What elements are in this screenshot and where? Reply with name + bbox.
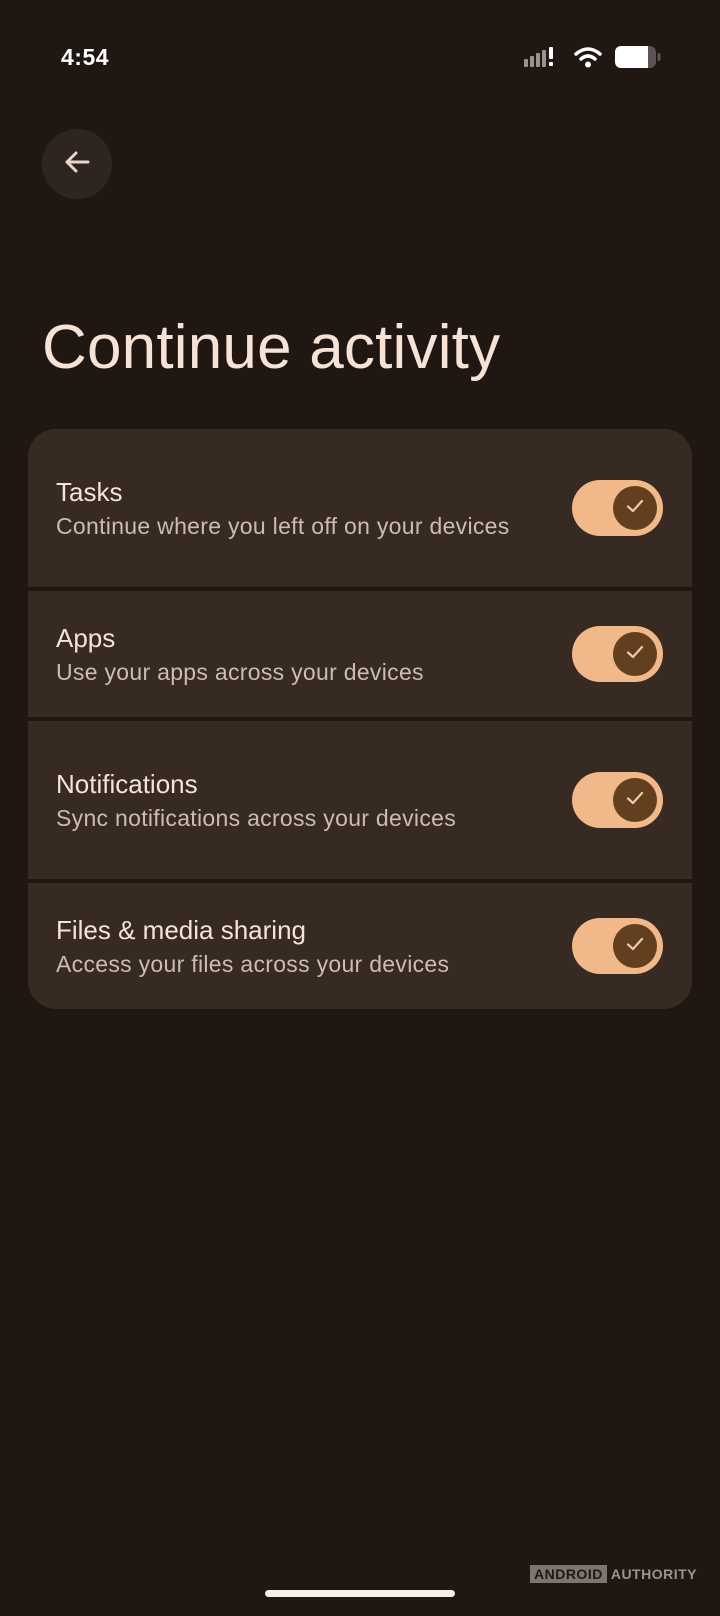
signal-icon xyxy=(524,46,562,73)
setting-apps[interactable]: Apps Use your apps across your devices xyxy=(28,591,692,717)
home-indicator[interactable] xyxy=(265,1590,455,1597)
arrow-left-icon xyxy=(62,147,92,182)
page-title: Continue activity xyxy=(42,313,501,382)
back-button[interactable] xyxy=(42,129,112,199)
status-icons xyxy=(524,45,662,74)
tasks-toggle[interactable] xyxy=(572,480,663,536)
settings-list: Tasks Continue where you left off on you… xyxy=(28,429,692,1009)
check-icon xyxy=(624,933,646,960)
status-bar: 4:54 xyxy=(0,40,720,80)
notifications-toggle[interactable] xyxy=(572,772,663,828)
setting-description: Continue where you left off on your devi… xyxy=(56,512,510,539)
watermark-brand-text: AUTHORITY xyxy=(610,1566,697,1582)
setting-title: Notifications xyxy=(56,768,198,799)
apps-toggle[interactable] xyxy=(572,626,663,682)
check-icon xyxy=(624,641,646,668)
watermark-brand-box: ANDROID xyxy=(529,1565,607,1583)
battery-icon xyxy=(614,45,662,74)
setting-tasks[interactable]: Tasks Continue where you left off on you… xyxy=(28,429,692,587)
check-icon xyxy=(624,787,646,814)
check-icon xyxy=(624,495,646,522)
setting-description: Access your files across your devices xyxy=(56,950,450,977)
toggle-thumb xyxy=(613,486,657,530)
status-time: 4:54 xyxy=(61,44,110,70)
setting-files-media-sharing[interactable]: Files & media sharing Access your files … xyxy=(28,883,692,1009)
setting-description: Use your apps across your devices xyxy=(56,658,424,685)
setting-title: Files & media sharing xyxy=(56,914,306,945)
toggle-thumb xyxy=(613,632,657,676)
watermark: ANDROID AUTHORITY xyxy=(529,1565,697,1583)
setting-description: Sync notifications across your devices xyxy=(56,804,457,831)
screen: 4:54 Continue activity Tasks Continue wh… xyxy=(0,0,720,1616)
files-media-sharing-toggle[interactable] xyxy=(572,918,663,974)
wifi-icon xyxy=(574,46,602,73)
toggle-thumb xyxy=(613,924,657,968)
setting-title: Apps xyxy=(56,622,116,653)
setting-notifications[interactable]: Notifications Sync notifications across … xyxy=(28,721,692,879)
setting-title: Tasks xyxy=(56,476,123,507)
toggle-thumb xyxy=(613,778,657,822)
